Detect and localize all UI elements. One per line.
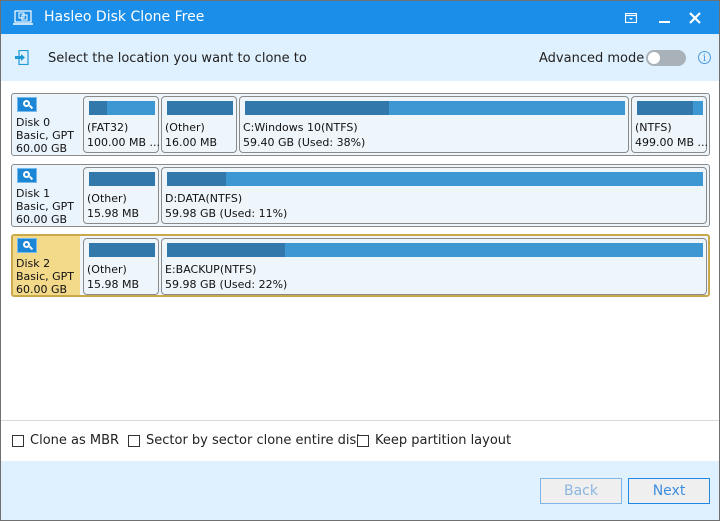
next-button[interactable]: Next xyxy=(628,478,710,504)
title-bar: Hasleo Disk Clone Free xyxy=(1,1,719,34)
dropdown-menu-icon xyxy=(625,12,637,23)
clone-target-icon xyxy=(15,50,29,65)
step-header: Select the location you want to clone to… xyxy=(1,34,719,81)
footer: Back Next xyxy=(1,461,719,520)
advanced-mode-label: Advanced mode xyxy=(539,51,645,66)
close-button[interactable] xyxy=(679,1,711,34)
partition-name: (FAT32) xyxy=(87,121,129,134)
usage-bar-used xyxy=(167,101,233,115)
partition-name: (Other) xyxy=(87,263,127,276)
partition-size: 100.00 MB ... xyxy=(87,136,161,149)
usage-bar xyxy=(167,243,703,257)
disk-row-2[interactable]: Disk 2 Basic, GPT 60.00 GB (Other) 15.98… xyxy=(11,234,710,297)
disk-name: Disk 2 xyxy=(16,257,51,270)
sector-by-sector-checkbox[interactable]: Sector by sector clone entire disk xyxy=(128,433,364,448)
usage-bar xyxy=(167,101,233,115)
checkbox-box[interactable] xyxy=(12,434,24,447)
close-icon xyxy=(689,11,701,24)
disk-info: Disk 1 Basic, GPT 60.00 GB xyxy=(13,166,80,226)
partition-size: 15.98 MB xyxy=(87,278,140,291)
disk-info: Disk 0 Basic, GPT 60.00 GB xyxy=(13,95,80,155)
partition[interactable]: C:Windows 10(NTFS) 59.40 GB (Used: 38%) xyxy=(239,96,629,153)
usage-bar xyxy=(637,101,703,115)
checkbox-label: Sector by sector clone entire disk xyxy=(146,433,364,448)
usage-bar xyxy=(245,101,625,115)
clone-as-mbr-checkbox[interactable]: Clone as MBR xyxy=(12,433,119,448)
partition-name: (Other) xyxy=(87,192,127,205)
checkbox-box[interactable] xyxy=(128,434,140,447)
window-title: Hasleo Disk Clone Free xyxy=(44,9,205,25)
usage-bar xyxy=(89,101,155,115)
usage-bar xyxy=(89,243,155,257)
usage-bar-used xyxy=(89,243,155,257)
disk-info: Disk 2 Basic, GPT 60.00 GB xyxy=(13,236,80,296)
instruction-text: Select the location you want to clone to xyxy=(48,51,307,66)
advanced-mode-toggle[interactable] xyxy=(646,50,686,66)
checkbox-label: Keep partition layout xyxy=(375,433,512,448)
disk-name: Disk 1 xyxy=(16,187,51,200)
usage-bar-used xyxy=(245,101,390,115)
partition-size: 15.98 MB xyxy=(87,207,140,220)
usage-bar-used xyxy=(89,172,155,186)
disk-row-1[interactable]: Disk 1 Basic, GPT 60.00 GB (Other) 15.98… xyxy=(11,164,710,227)
back-button[interactable]: Back xyxy=(540,478,622,504)
app-logo-icon xyxy=(13,10,33,25)
usage-bar-used xyxy=(637,101,694,115)
partition-name: (NTFS) xyxy=(635,121,672,134)
partition-size: 499.00 MB ... xyxy=(635,136,709,149)
menu-button[interactable] xyxy=(615,1,647,34)
disk-size: 60.00 GB xyxy=(16,283,68,296)
info-icon[interactable]: i xyxy=(698,51,711,64)
usage-bar-used xyxy=(167,243,285,257)
partition-size: 59.40 GB (Used: 38%) xyxy=(243,136,366,149)
partition-name: E:BACKUP(NTFS) xyxy=(165,263,257,276)
checkbox-label: Clone as MBR xyxy=(30,433,120,448)
partition-name: D:DATA(NTFS) xyxy=(165,192,243,205)
partition-size: 59.98 GB (Used: 22%) xyxy=(165,278,288,291)
disk-type: Basic, GPT xyxy=(16,270,74,283)
usage-bar-used xyxy=(89,101,108,115)
keep-partition-layout-checkbox[interactable]: Keep partition layout xyxy=(357,433,511,448)
partition[interactable]: (Other) 16.00 MB xyxy=(161,96,237,153)
disk-list: Disk 0 Basic, GPT 60.00 GB (FAT32) 100.0… xyxy=(1,81,719,420)
partition[interactable]: (NTFS) 499.00 MB ... xyxy=(631,96,709,153)
disk-icon xyxy=(17,97,37,112)
partition-name: (Other) xyxy=(165,121,205,134)
disk-type: Basic, GPT xyxy=(16,200,74,213)
disk-icon xyxy=(17,168,37,183)
minimize-button[interactable] xyxy=(649,1,681,34)
minimize-icon xyxy=(659,20,670,23)
usage-bar xyxy=(167,172,703,186)
disk-size: 60.00 GB xyxy=(16,213,68,226)
partition-size: 59.98 GB (Used: 11%) xyxy=(165,207,288,220)
disk-row-0[interactable]: Disk 0 Basic, GPT 60.00 GB (FAT32) 100.0… xyxy=(11,93,710,156)
usage-bar-used xyxy=(167,172,226,186)
partition-name: C:Windows 10(NTFS) xyxy=(243,121,358,134)
partition[interactable]: E:BACKUP(NTFS) 59.98 GB (Used: 22%) xyxy=(161,238,707,295)
usage-bar xyxy=(89,172,155,186)
disk-type: Basic, GPT xyxy=(16,129,74,142)
disk-icon xyxy=(17,238,37,253)
disk-name: Disk 0 xyxy=(16,116,51,129)
partition[interactable]: (FAT32) 100.00 MB ... xyxy=(83,96,161,153)
partition[interactable]: (Other) 15.98 MB xyxy=(83,238,159,295)
partition-size: 16.00 MB xyxy=(165,136,218,149)
checkbox-box[interactable] xyxy=(357,434,369,447)
disk-size: 60.00 GB xyxy=(16,142,68,155)
partition[interactable]: (Other) 15.98 MB xyxy=(83,167,159,224)
toggle-knob xyxy=(648,52,660,64)
clone-options: Clone as MBR Sector by sector clone enti… xyxy=(1,421,719,461)
app-window: Hasleo Disk Clone Free Select the locati… xyxy=(0,0,720,521)
partition[interactable]: D:DATA(NTFS) 59.98 GB (Used: 11%) xyxy=(161,167,707,224)
